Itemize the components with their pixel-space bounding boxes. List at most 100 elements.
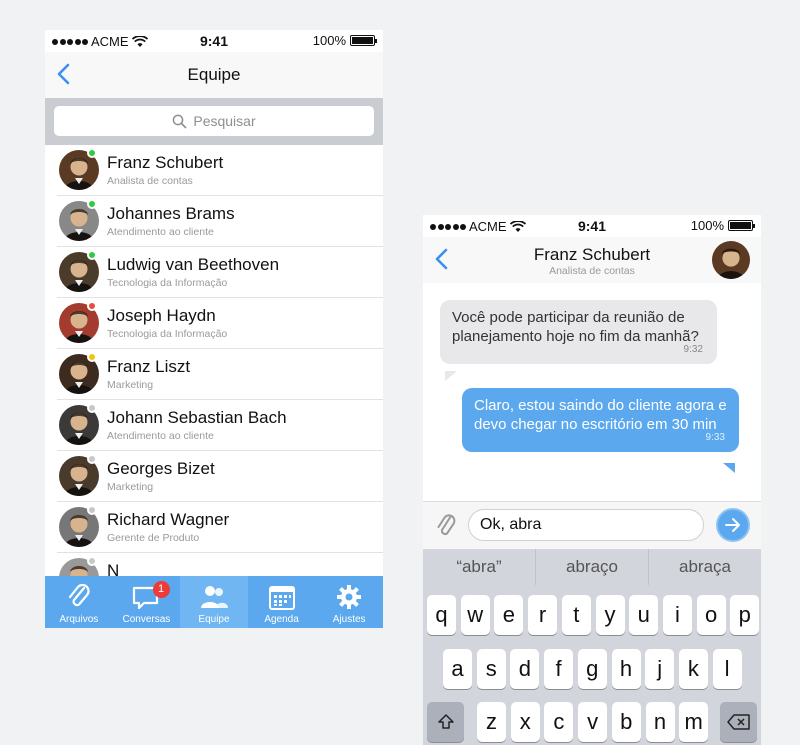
tab-equipe[interactable]: Equipe [180,576,248,628]
key-p[interactable]: p [730,595,760,635]
tab-conversas[interactable]: 1 Conversas [113,576,181,628]
backspace-key[interactable] [720,702,757,742]
suggestion-item[interactable]: abraço [536,549,649,585]
contact-name: Richard Wagner [107,510,230,529]
list-item[interactable]: Franz Schubert Analista de contas [57,145,383,196]
message-incoming: Você pode participar da reunião de plane… [440,300,717,364]
bubble-tail [445,371,457,381]
tab-label: Arquivos [59,614,99,625]
key-z[interactable]: z [477,702,506,742]
message-input[interactable] [468,509,704,541]
list-item[interactable]: Richard Wagner Gerente de Produto [57,502,383,553]
key-o[interactable]: o [696,595,726,635]
gear-icon [337,585,362,609]
message-thread: Você pode participar da reunião de plane… [423,283,761,501]
battery-indicator: 100% [690,218,755,233]
key-j[interactable]: j [645,649,675,689]
search-input[interactable]: Pesquisar [54,106,374,136]
nav-bar: Equipe [45,52,383,98]
contact-name: Johannes Brams [107,204,235,223]
key-y[interactable]: y [595,595,625,635]
key-t[interactable]: t [561,595,591,635]
status-bar: ACME 9:41 100% [45,30,383,52]
status-bar: ACME 9:41 100% [423,215,761,237]
status-indicator [87,148,97,158]
key-f[interactable]: f [544,649,574,689]
search-icon [173,114,187,128]
key-d[interactable]: d [510,649,540,689]
contact-name: Georges Bizet [107,459,215,478]
nav-bar: Franz Schubert Analista de contas [423,237,761,283]
contact-name: Franz Schubert [533,245,651,264]
key-r[interactable]: r [528,595,558,635]
paperclip-icon[interactable] [435,511,459,541]
message-time: 9:32 [683,344,703,355]
message-text: Você pode participar da reunião de plane… [452,309,699,345]
suggestion-item[interactable]: abraça [649,549,761,585]
battery-label: 100% [690,218,724,233]
key-s[interactable]: s [476,649,506,689]
key-w[interactable]: w [460,595,490,635]
key-g[interactable]: g [577,649,607,689]
shift-icon [437,714,454,729]
tab-label: Agenda [264,614,299,625]
contact-role: Tecnologia da Informação [107,277,228,289]
key-row-2: asdfghjkl [423,649,761,689]
key-n[interactable]: n [645,702,675,742]
list-item[interactable]: N [57,553,383,576]
key-x[interactable]: x [510,702,540,742]
key-q[interactable]: q [427,595,456,635]
key-u[interactable]: u [629,595,659,635]
status-indicator [87,403,97,413]
key-e[interactable]: e [494,595,524,635]
bubble-tail [723,463,735,473]
page-title: Equipe [187,65,241,84]
status-indicator [87,199,97,209]
key-a[interactable]: a [443,649,472,689]
shift-key[interactable] [427,702,464,742]
key-m[interactable]: m [679,702,709,742]
key-k[interactable]: k [678,649,708,689]
message-outgoing: Claro, estou saindo do cliente agora e d… [462,388,739,452]
contact-name: Ludwig van Beethoven [107,255,280,274]
suggestion-item[interactable]: “abra” [423,549,536,585]
battery-label: 100% [312,33,346,48]
key-l[interactable]: l [712,649,742,689]
contact-role: Gerente de Produto [107,532,200,544]
keyboard: “abra” abraço abraça qwertyuiop asdfghjk… [423,549,761,745]
tab-label: Conversas [122,614,171,625]
paperclip-icon [68,583,90,607]
status-indicator [87,352,97,362]
status-indicator [87,301,97,311]
list-item[interactable]: Georges Bizet Marketing [57,451,383,502]
arrow-right-icon [725,518,740,532]
contact-name: Joseph Haydn [107,306,216,325]
list-item[interactable]: Franz Liszt Marketing [57,349,383,400]
list-item[interactable]: Johann Sebastian Bach Atendimento ao clie… [57,400,383,451]
tab-label: Equipe [198,614,230,625]
contact-name: N [107,561,120,576]
search-placeholder: Pesquisar [193,113,256,129]
key-h[interactable]: h [611,649,641,689]
contact-name: Johann Sebastian Bach [107,408,287,427]
list-item[interactable]: Johannes Brams Atendimento ao cliente [57,196,383,247]
key-c[interactable]: c [544,702,574,742]
battery-icon [350,35,377,46]
key-b[interactable]: b [611,702,641,742]
backspace-icon [726,714,750,730]
key-v[interactable]: v [578,702,608,742]
list-item[interactable]: Ludwig van Beethoven Tecnologia da Inform… [57,247,383,298]
list-item[interactable]: Joseph Haydn Tecnologia da Informação [57,298,383,349]
suggestion-bar: “abra” abraço abraça [423,549,761,585]
message-time: 9:33 [705,432,725,443]
tab-ajustes[interactable]: Ajustes [315,576,383,628]
tab-agenda[interactable]: Agenda [248,576,316,628]
avatar[interactable] [712,241,750,279]
chat-screen: ACME 9:41 100% Franz Schubert Analista d… [423,215,761,745]
search-bar: Pesquisar [45,98,383,145]
tab-label: Ajustes [332,614,366,625]
tab-arquivos[interactable]: Arquivos [45,576,113,628]
key-i[interactable]: i [662,595,692,635]
message-composer [423,501,761,549]
send-button[interactable] [716,508,750,542]
